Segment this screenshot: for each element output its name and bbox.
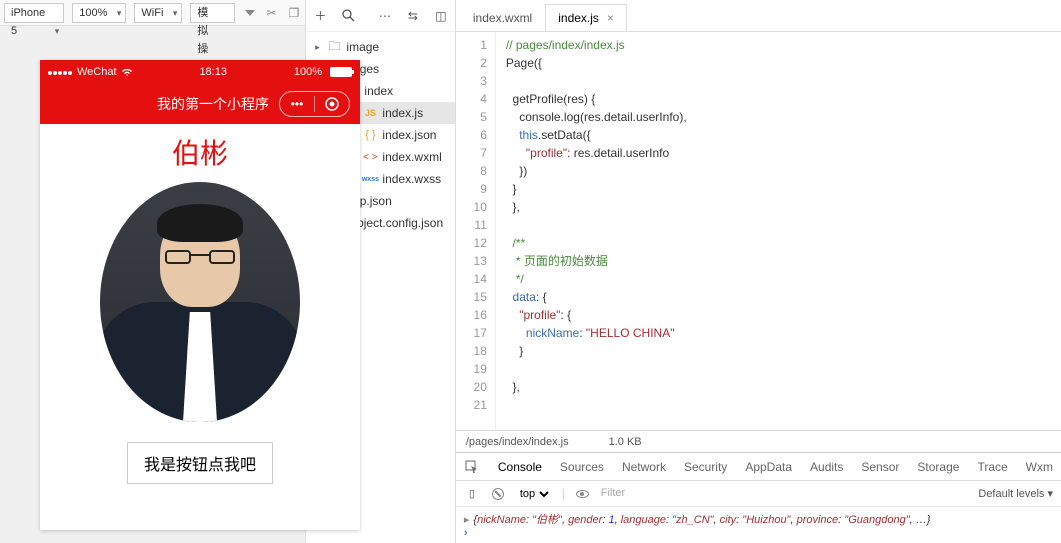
network-select[interactable]: WiFi [134, 3, 182, 23]
tab-index-js[interactable]: index.js × [545, 4, 627, 31]
tab-index-wxml[interactable]: index.wxml [460, 4, 545, 31]
capsule-close-button[interactable] [315, 92, 349, 116]
more-icon[interactable]: ⋯ [377, 8, 393, 24]
devtools-tab-appdata[interactable]: AppData [745, 460, 792, 474]
tree-item-image[interactable]: ▸🗀image [306, 36, 454, 58]
avatar [100, 182, 300, 422]
detach-icon[interactable]: ❐ [289, 6, 300, 20]
profile-button[interactable]: 我是按钮点我吧 [127, 442, 273, 484]
filter-input[interactable] [601, 485, 801, 503]
devtools-tab-storage[interactable]: Storage [917, 460, 959, 474]
cut-icon[interactable]: ✂ [267, 6, 277, 20]
editor-status-bar: /pages/index/index.js 1.0 KB [456, 430, 1061, 452]
devtools-tab-trace[interactable]: Trace [977, 460, 1007, 474]
console-prompt[interactable]: › [464, 527, 468, 539]
wifi-icon [121, 67, 133, 77]
tab-label: index.wxml [473, 11, 532, 25]
editor-tabs: index.wxml index.js × [456, 0, 1061, 32]
capsule-menu-button[interactable]: ••• [280, 92, 314, 116]
sim-action-select[interactable]: 模拟操作 [190, 3, 234, 23]
devtools-tab-sources[interactable]: Sources [560, 460, 604, 474]
signal-icon [48, 66, 73, 78]
tree-item-label: project.config.json [346, 216, 443, 230]
tree-item-label: index.wxml [382, 150, 441, 164]
explorer-toolbar: ＋ ⋯ ⇆ ◫ [306, 0, 454, 32]
collapse-icon[interactable]: ⇆ [405, 8, 421, 24]
simulator-toolbar: iPhone 5 100% WiFi 模拟操作 ✂ ❐ [0, 0, 305, 26]
phone-status-bar: WeChat 18:13 100% [40, 60, 360, 84]
console-log-entry[interactable]: ▸{nickName: "伯彬", gender: 1, language: "… [464, 511, 1053, 527]
zoom-select[interactable]: 100% [72, 3, 126, 23]
file-icon: wxss [362, 176, 378, 183]
mute-icon[interactable] [245, 10, 255, 16]
page-title: 我的第一个小程序 [157, 94, 269, 114]
toggle-device-icon[interactable]: ▯ [464, 486, 480, 502]
tree-item-label: image [346, 40, 379, 54]
devtools-tab-wxm[interactable]: Wxm [1026, 460, 1053, 474]
search-icon[interactable] [340, 8, 356, 24]
tree-item-label: index.js [382, 106, 423, 120]
context-select[interactable]: top [516, 485, 552, 503]
split-icon[interactable]: ◫ [433, 8, 449, 24]
tree-item-label: index [364, 84, 393, 98]
phone-simulator: WeChat 18:13 100% 我的第一个小程序 ••• [40, 60, 360, 530]
carrier-label: WeChat [77, 66, 117, 78]
time-label: 18:13 [199, 66, 227, 78]
devtools-tab-network[interactable]: Network [622, 460, 666, 474]
clear-console-icon[interactable] [490, 486, 506, 502]
device-select[interactable]: iPhone 5 [4, 3, 64, 23]
tree-item-label: index.json [382, 128, 436, 142]
file-path: /pages/index/index.js [466, 436, 569, 448]
devtools-panel: Console Sources Network Security AppData Audi… [456, 452, 1061, 543]
inspect-icon[interactable] [464, 459, 480, 475]
code-editor[interactable]: 123456789101112131415161718192021 // pag… [456, 32, 1061, 430]
file-icon: 🗀 [326, 37, 342, 58]
devtools-tab-audits[interactable]: Audits [810, 460, 843, 474]
file-icon: < > [362, 152, 378, 163]
devtools-tab-security[interactable]: Security [684, 460, 727, 474]
close-icon[interactable]: × [607, 11, 614, 25]
battery-label: 100% [294, 66, 322, 78]
log-levels-select[interactable]: Default levels ▾ [978, 487, 1053, 500]
tree-item-label: index.wxss [382, 172, 441, 186]
devtools-tab-console[interactable]: Console [498, 460, 542, 474]
live-expression-icon[interactable] [575, 486, 591, 502]
devtools-tab-sensor[interactable]: Sensor [861, 460, 899, 474]
nickname-label: 伯彬 [40, 132, 360, 172]
tab-label: index.js [558, 11, 599, 25]
file-icon: { } [362, 129, 378, 141]
battery-icon [330, 67, 352, 77]
phone-navbar: 我的第一个小程序 ••• [40, 84, 360, 124]
file-icon: JS [362, 108, 378, 118]
file-size: 1.0 KB [609, 436, 642, 448]
add-icon[interactable]: ＋ [312, 8, 328, 24]
